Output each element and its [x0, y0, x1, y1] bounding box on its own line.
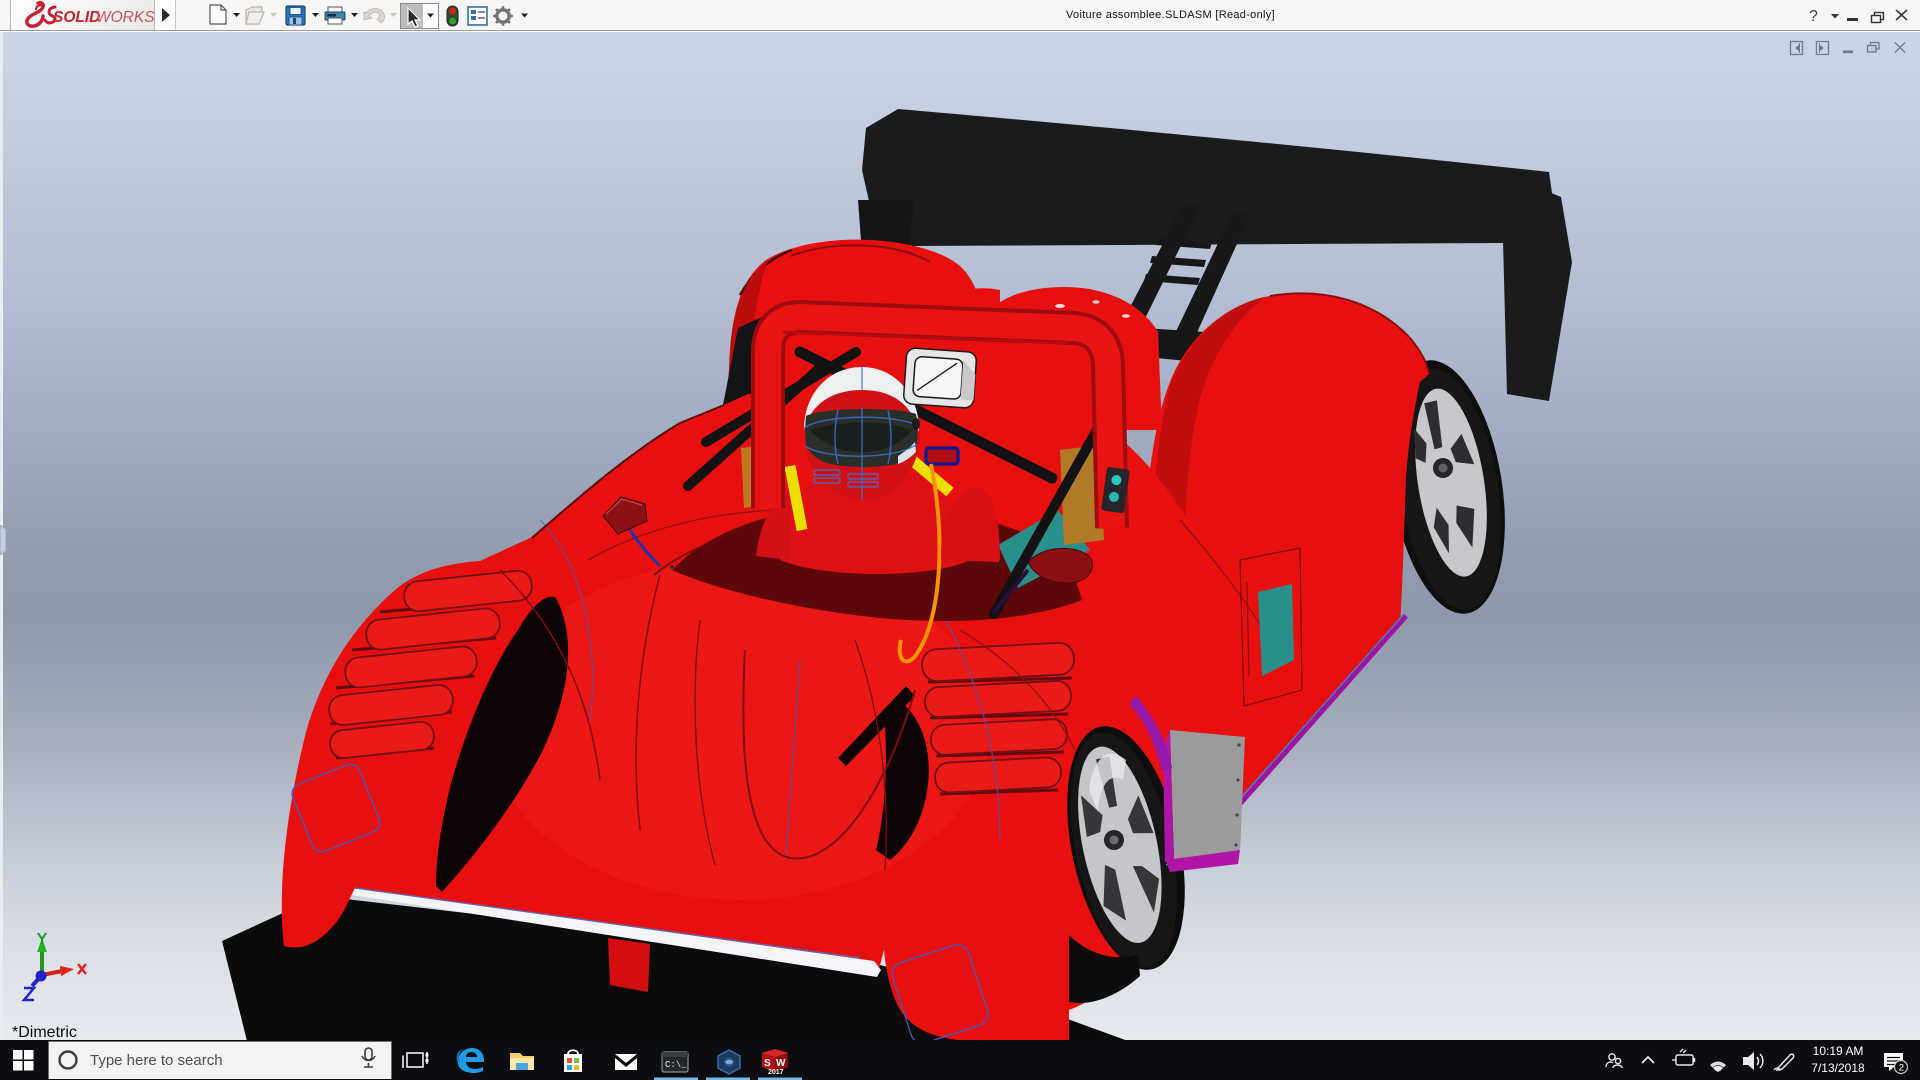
- svg-text:C:\_: C:\_: [665, 1060, 687, 1070]
- svg-text:W: W: [776, 1058, 786, 1069]
- svg-text:?: ?: [1809, 8, 1818, 25]
- svg-text:S: S: [764, 1058, 771, 1069]
- svg-text:2: 2: [1899, 1063, 1904, 1074]
- svg-text:2017: 2017: [768, 1069, 784, 1076]
